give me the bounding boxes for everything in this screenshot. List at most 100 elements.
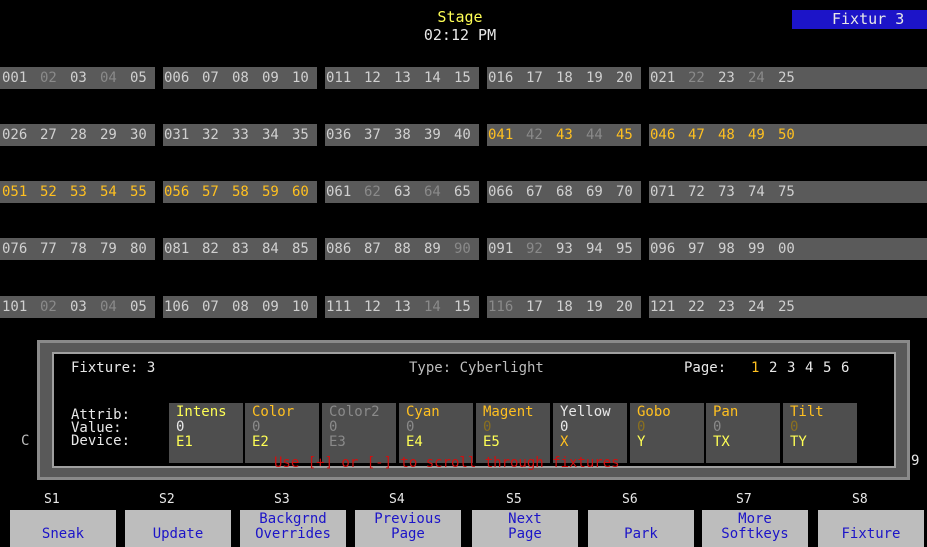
channel-cell[interactable]: 52 [40, 181, 57, 203]
channel-cell[interactable]: 27 [40, 124, 57, 146]
channel-cell[interactable]: 83 [232, 238, 249, 260]
softkey-page-button[interactable]: Next Page [472, 510, 578, 547]
channel-cell[interactable]: 68 [556, 181, 573, 203]
channel-cell[interactable]: 20 [616, 296, 633, 318]
channel-cell[interactable]: 111 [326, 296, 351, 318]
page-number-5[interactable]: 5 [823, 360, 831, 376]
softkey-overrides-button[interactable]: Backgrnd Overrides [240, 510, 346, 547]
channel-cell[interactable]: 041 [488, 124, 513, 146]
channel-cell[interactable]: 85 [292, 238, 309, 260]
channel-cell[interactable]: 056 [164, 181, 189, 203]
attribute-cyan[interactable]: Cyan 0 E4 [399, 403, 473, 463]
attribute-intens[interactable]: Intens 0 E1 [169, 403, 243, 463]
channel-cell[interactable]: 63 [394, 181, 411, 203]
channel-cell[interactable]: 80 [130, 238, 147, 260]
channel-cell[interactable]: 25 [778, 67, 795, 89]
channel-cell[interactable]: 58 [232, 181, 249, 203]
channel-cell[interactable]: 78 [70, 238, 87, 260]
channel-cell[interactable]: 72 [688, 181, 705, 203]
channel-cell[interactable]: 69 [586, 181, 603, 203]
channel-cell[interactable]: 98 [718, 238, 735, 260]
channel-cell[interactable]: 076 [2, 238, 27, 260]
softkey-page-button[interactable]: Previous Page [355, 510, 461, 547]
channel-cell[interactable]: 09 [262, 67, 279, 89]
channel-cell[interactable]: 45 [616, 124, 633, 146]
channel-cell[interactable]: 59 [262, 181, 279, 203]
channel-cell[interactable]: 13 [394, 296, 411, 318]
channel-cell[interactable]: 17 [526, 67, 543, 89]
channel-cell[interactable]: 82 [202, 238, 219, 260]
channel-cell[interactable]: 87 [364, 238, 381, 260]
channel-cell[interactable]: 006 [164, 67, 189, 89]
attribute-color2[interactable]: Color2 0 E3 [322, 403, 396, 463]
channel-cell[interactable]: 051 [2, 181, 27, 203]
channel-cell[interactable]: 19 [586, 296, 603, 318]
channel-cell[interactable]: 021 [650, 67, 675, 89]
channel-cell[interactable]: 22 [688, 296, 705, 318]
attribute-yellow[interactable]: Yellow 0 X [553, 403, 627, 463]
channel-cell[interactable]: 02 [40, 67, 57, 89]
softkey-park-button[interactable]: Park [588, 510, 694, 547]
channel-cell[interactable]: 97 [688, 238, 705, 260]
channel-cell[interactable]: 03 [70, 296, 87, 318]
channel-cell[interactable]: 13 [394, 67, 411, 89]
channel-cell[interactable]: 23 [718, 67, 735, 89]
channel-cell[interactable]: 39 [424, 124, 441, 146]
channel-cell[interactable]: 30 [130, 124, 147, 146]
channel-cell[interactable]: 086 [326, 238, 351, 260]
channel-cell[interactable]: 14 [424, 67, 441, 89]
channel-cell[interactable]: 43 [556, 124, 573, 146]
channel-cell[interactable]: 67 [526, 181, 543, 203]
channel-cell[interactable]: 04 [100, 296, 117, 318]
channel-cell[interactable]: 74 [748, 181, 765, 203]
channel-cell[interactable]: 081 [164, 238, 189, 260]
channel-cell[interactable]: 10 [292, 296, 309, 318]
channel-cell[interactable]: 036 [326, 124, 351, 146]
channel-cell[interactable]: 121 [650, 296, 675, 318]
channel-cell[interactable]: 22 [688, 67, 705, 89]
channel-cell[interactable]: 091 [488, 238, 513, 260]
channel-cell[interactable]: 20 [616, 67, 633, 89]
softkey-softkeys-button[interactable]: More Softkeys [702, 510, 808, 547]
channel-cell[interactable]: 73 [718, 181, 735, 203]
channel-cell[interactable]: 046 [650, 124, 675, 146]
softkey-update-button[interactable]: Update [125, 510, 231, 547]
channel-cell[interactable]: 07 [202, 296, 219, 318]
channel-cell[interactable]: 00 [778, 238, 795, 260]
channel-cell[interactable]: 08 [232, 67, 249, 89]
page-number-2[interactable]: 2 [769, 360, 777, 376]
channel-cell[interactable]: 026 [2, 124, 27, 146]
page-number-1[interactable]: 1 [751, 360, 759, 376]
channel-cell[interactable]: 24 [748, 67, 765, 89]
channel-cell[interactable]: 106 [164, 296, 189, 318]
channel-cell[interactable]: 57 [202, 181, 219, 203]
channel-cell[interactable]: 93 [556, 238, 573, 260]
channel-cell[interactable]: 15 [454, 67, 471, 89]
channel-cell[interactable]: 90 [454, 238, 471, 260]
channel-cell[interactable]: 101 [2, 296, 27, 318]
channel-cell[interactable]: 03 [70, 67, 87, 89]
channel-cell[interactable]: 95 [616, 238, 633, 260]
channel-cell[interactable]: 88 [394, 238, 411, 260]
channel-cell[interactable]: 25 [778, 296, 795, 318]
channel-cell[interactable]: 17 [526, 296, 543, 318]
channel-cell[interactable]: 031 [164, 124, 189, 146]
channel-cell[interactable]: 061 [326, 181, 351, 203]
channel-cell[interactable]: 92 [526, 238, 543, 260]
channel-cell[interactable]: 016 [488, 67, 513, 89]
channel-cell[interactable]: 94 [586, 238, 603, 260]
channel-cell[interactable]: 33 [232, 124, 249, 146]
channel-cell[interactable]: 12 [364, 296, 381, 318]
channel-cell[interactable]: 001 [2, 67, 27, 89]
channel-cell[interactable]: 54 [100, 181, 117, 203]
channel-cell[interactable]: 75 [778, 181, 795, 203]
channel-cell[interactable]: 60 [292, 181, 309, 203]
channel-cell[interactable]: 071 [650, 181, 675, 203]
channel-cell[interactable]: 14 [424, 296, 441, 318]
channel-cell[interactable]: 47 [688, 124, 705, 146]
softkey-sneak-button[interactable]: Sneak [10, 510, 116, 547]
channel-cell[interactable]: 066 [488, 181, 513, 203]
channel-cell[interactable]: 37 [364, 124, 381, 146]
channel-cell[interactable]: 05 [130, 296, 147, 318]
channel-cell[interactable]: 09 [262, 296, 279, 318]
